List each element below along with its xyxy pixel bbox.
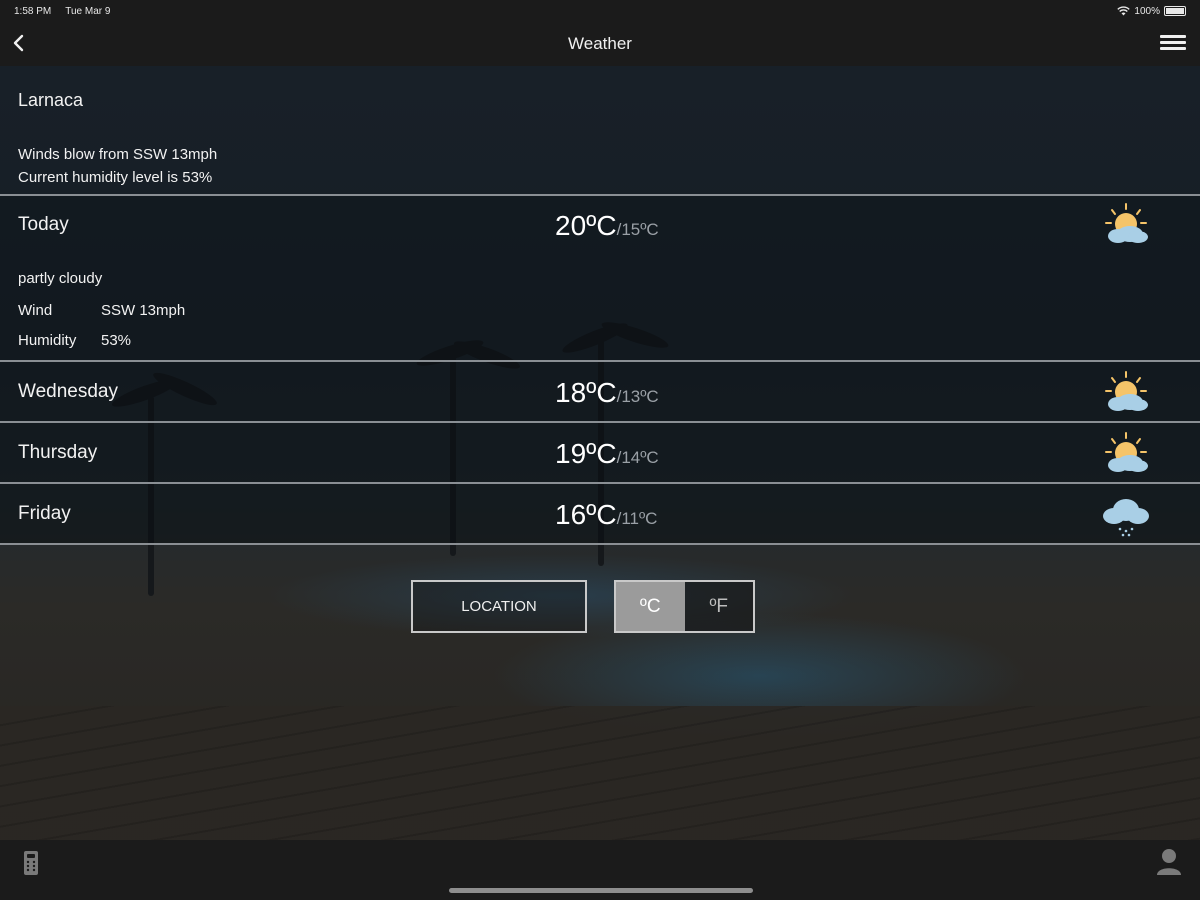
high-temp: 19ºC [555, 438, 617, 469]
user-icon [1157, 849, 1181, 875]
forecast-row-friday[interactable]: Friday 16ºC/11ºC [0, 484, 1200, 545]
current-conditions: Larnaca Winds blow from SSW 13mph Curren… [0, 66, 1200, 196]
condition-text: partly cloudy [18, 270, 103, 287]
temperature: 18ºC/13ºC [555, 377, 659, 409]
humidity-value: 53% [101, 332, 132, 349]
humidity-label: Humidity [18, 332, 77, 349]
partly-cloudy-icon [1105, 203, 1148, 243]
forecast-row-today[interactable]: Today 20ºC/15ºC partly cloudy Wind SSW 13… [0, 196, 1200, 362]
day-name: Thursday [18, 442, 98, 463]
low-temp: /14ºC [616, 448, 659, 467]
city-name: Larnaca [18, 90, 84, 110]
hamburger-menu-icon [1160, 35, 1186, 50]
celsius-button[interactable]: ºC [616, 582, 685, 631]
temperature: 16ºC/11ºC [555, 499, 657, 531]
high-temp: 16ºC [555, 499, 617, 530]
fahrenheit-button[interactable]: ºF [684, 582, 753, 631]
wind-value: SSW 13mph [101, 302, 186, 319]
forecast-row-wednesday[interactable]: Wednesday 18ºC/13ºC [0, 362, 1200, 423]
wind-summary: Winds blow from SSW 13mph [18, 146, 218, 163]
remote-control-icon [24, 851, 38, 875]
high-temp: 20ºC [555, 210, 617, 241]
forecast-row-thursday[interactable]: Thursday 19ºC/14ºC [0, 423, 1200, 484]
battery-percent: 100% [1134, 5, 1160, 17]
chevron-left-icon [13, 34, 24, 52]
wifi-icon [1117, 6, 1131, 16]
back-button[interactable] [8, 30, 36, 58]
wind-label: Wind [18, 302, 53, 319]
weather-content: Larnaca Winds blow from SSW 13mph Curren… [0, 66, 1200, 545]
day-name: Friday [18, 503, 71, 524]
bottom-tab-bar [0, 840, 1200, 900]
humidity-summary: Current humidity level is 53% [18, 169, 213, 186]
wind-detail: Wind SSW 13mph [18, 302, 185, 319]
high-temp: 18ºC [555, 377, 617, 408]
unit-toggle: ºC ºF [614, 580, 755, 633]
temperature: 20ºC/15ºC [555, 210, 659, 242]
status-bar: 1:58 PM Tue Mar 9 100% [0, 0, 1200, 22]
rain-cloud-icon [1103, 499, 1149, 537]
battery-icon [1164, 6, 1186, 16]
user-button[interactable] [1156, 848, 1182, 876]
home-indicator[interactable] [449, 888, 753, 893]
day-name: Wednesday [18, 381, 118, 402]
location-button[interactable]: LOCATION [411, 580, 587, 633]
low-temp: /15ºC [616, 220, 659, 239]
menu-button[interactable] [1160, 32, 1186, 56]
status-date: Tue Mar 9 [65, 5, 111, 17]
low-temp: /11ºC [616, 509, 658, 528]
temperature: 19ºC/14ºC [555, 438, 659, 470]
humidity-detail: Humidity 53% [18, 332, 131, 349]
page-title: Weather [568, 34, 632, 53]
low-temp: /13ºC [616, 387, 659, 406]
nav-bar: Weather [0, 22, 1200, 66]
remote-control-button[interactable] [22, 850, 40, 876]
status-time: 1:58 PM [14, 5, 52, 17]
partly-cloudy-icon [1105, 432, 1148, 472]
day-name: Today [18, 214, 69, 235]
partly-cloudy-icon [1105, 371, 1148, 411]
